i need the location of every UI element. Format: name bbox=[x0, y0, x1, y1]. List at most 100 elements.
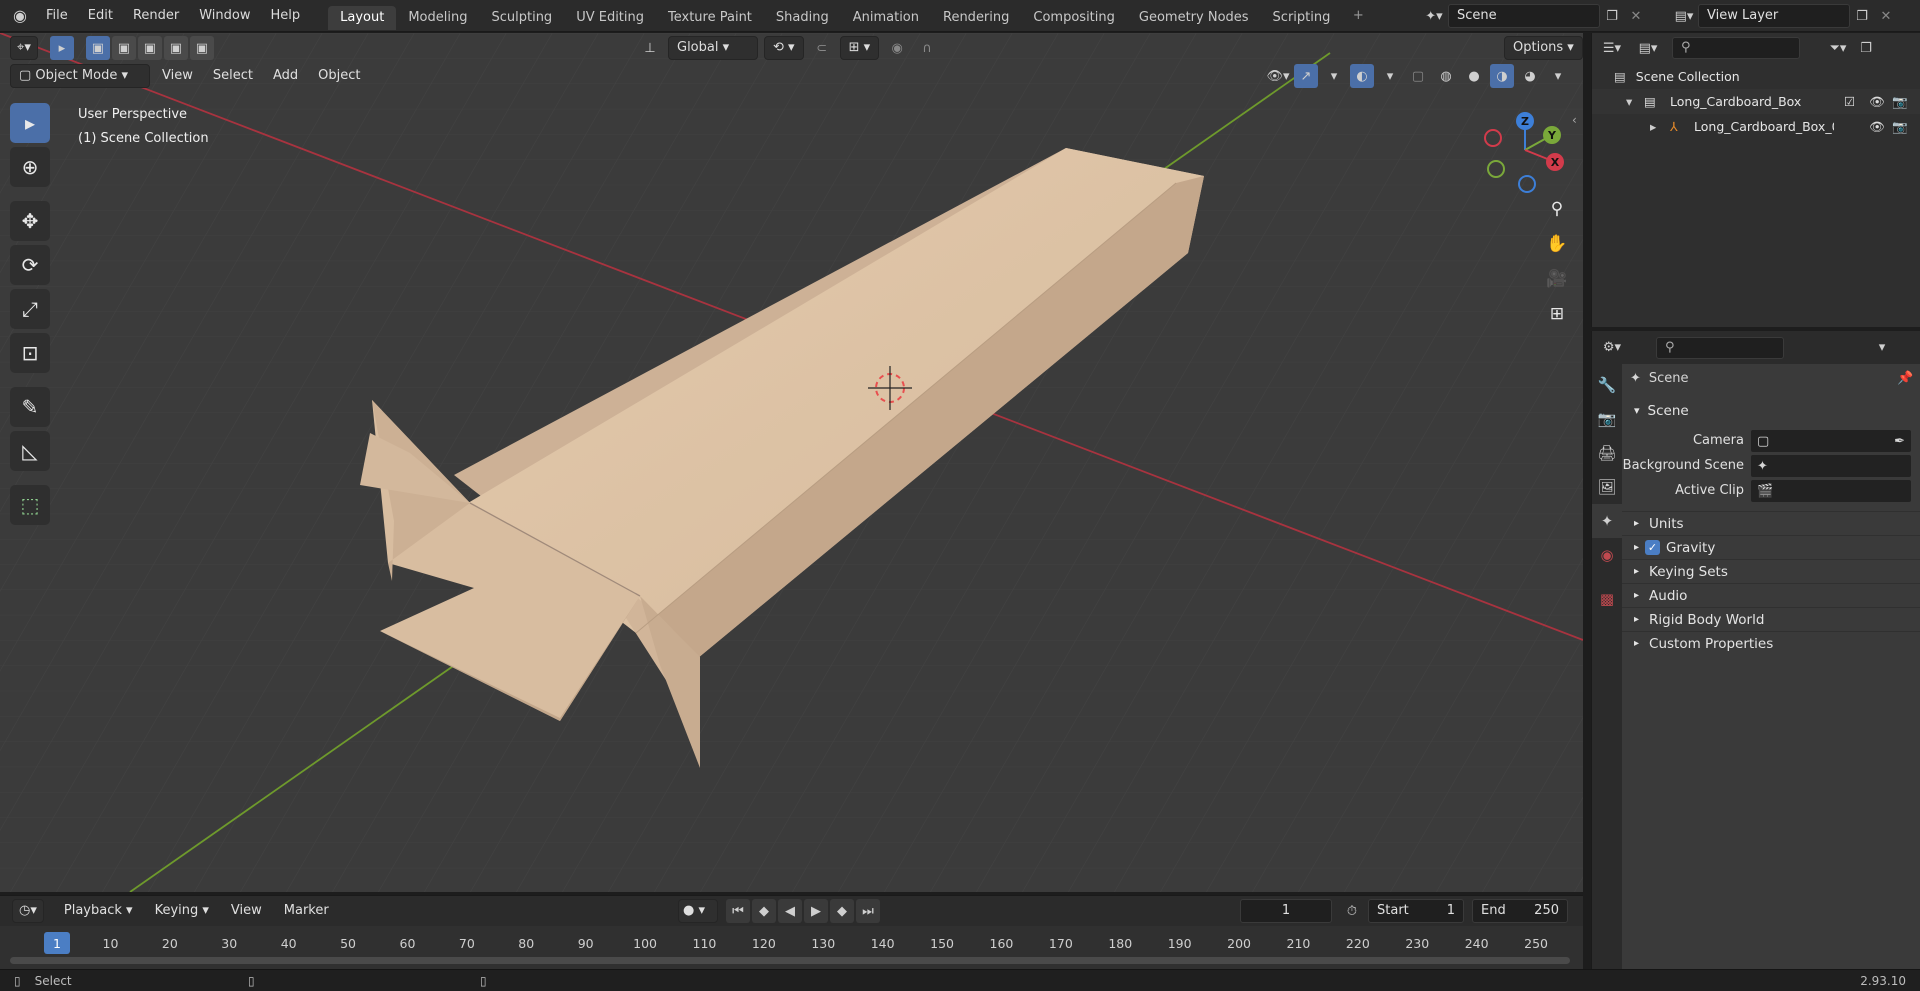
panel-audio[interactable]: ▸ Audio bbox=[1622, 583, 1920, 607]
tab-compositing[interactable]: Compositing bbox=[1021, 6, 1127, 30]
menu-timeline-view[interactable]: View bbox=[223, 899, 270, 923]
include-checkbox-icon[interactable]: ☑ bbox=[1844, 89, 1855, 114]
overlays-dropdown-icon[interactable]: ▾ bbox=[1378, 64, 1402, 88]
record-button[interactable]: ● ▾ bbox=[678, 899, 718, 923]
gizmo-neg-z[interactable] bbox=[1518, 175, 1536, 193]
tab-scripting[interactable]: Scripting bbox=[1261, 6, 1343, 30]
eyedropper-icon[interactable]: ✒ bbox=[1894, 434, 1905, 449]
panel-gravity[interactable]: ▸ ✓ Gravity bbox=[1622, 535, 1920, 559]
tab-layout[interactable]: Layout bbox=[328, 5, 397, 30]
tab-geometry-nodes[interactable]: Geometry Nodes bbox=[1127, 6, 1261, 30]
editor-type-icon[interactable]: ⌖▾ bbox=[10, 36, 38, 60]
jump-end-icon[interactable]: ⏭ bbox=[856, 899, 880, 923]
select-tool-icon[interactable]: ▸ bbox=[10, 103, 50, 143]
mode-subtract-icon[interactable]: ▣ bbox=[137, 36, 162, 60]
filter-icon[interactable]: ⏷▾ bbox=[1826, 36, 1850, 60]
properties-editor-type-icon[interactable]: ⚙▾ bbox=[1600, 336, 1624, 360]
tab-texture-paint[interactable]: Texture Paint bbox=[656, 6, 764, 30]
timeline-editor-type-icon[interactable]: ◷▾ bbox=[12, 899, 44, 923]
scene-name-field[interactable]: Scene bbox=[1448, 4, 1600, 28]
visibility-eye-icon[interactable]: 👁 bbox=[1869, 89, 1885, 114]
menu-edit[interactable]: Edit bbox=[78, 0, 123, 32]
active-clip-field[interactable]: 🎬 bbox=[1750, 479, 1912, 503]
mode-new-icon[interactable]: ▣ bbox=[85, 36, 110, 60]
pan-hand-icon[interactable]: ✋ bbox=[1541, 228, 1573, 260]
new-view-layer-icon[interactable]: ❐ bbox=[1850, 4, 1874, 28]
tab-uv-editing[interactable]: UV Editing bbox=[564, 6, 656, 30]
outliner-item-box-collection[interactable]: ▾ ▤ Long_Cardboard_Box ☑ 👁 📷 bbox=[1592, 89, 1920, 114]
preview-range-icon[interactable]: ⏱ bbox=[1340, 899, 1364, 923]
output-tab-icon[interactable]: 🖨 bbox=[1592, 436, 1622, 470]
pin-icon[interactable]: 📌 bbox=[1897, 371, 1913, 386]
next-keyframe-icon[interactable]: ◆ bbox=[830, 899, 854, 923]
proportional-edit-icon[interactable]: ◉ bbox=[885, 36, 909, 60]
expand-chevron-icon[interactable]: ▸ bbox=[1650, 114, 1656, 139]
falloff-icon[interactable]: ∩ bbox=[915, 36, 939, 60]
panel-rigid-body-world[interactable]: ▸ Rigid Body World bbox=[1622, 607, 1920, 631]
tab-modeling[interactable]: Modeling bbox=[396, 6, 479, 30]
end-frame-field[interactable]: End 250 bbox=[1472, 899, 1568, 923]
camera-view-icon[interactable]: 🎥 bbox=[1541, 263, 1573, 295]
rotate-tool-icon[interactable]: ⟳ bbox=[10, 245, 50, 285]
transform-tool-icon[interactable]: ⊡ bbox=[10, 333, 50, 373]
add-workspace-icon[interactable]: + bbox=[1346, 4, 1370, 28]
measure-tool-icon[interactable]: ◺ bbox=[10, 431, 50, 471]
frame-ruler[interactable]: 1 10 20 30 40 50 60 70 80 90 100 110 120 130 140 150 160… bbox=[0, 926, 1583, 969]
panel-keying-sets[interactable]: ▸ Keying Sets bbox=[1622, 559, 1920, 583]
gizmo-neg-y[interactable] bbox=[1487, 160, 1505, 178]
jump-start-icon[interactable]: ⏮ bbox=[726, 899, 750, 923]
start-frame-field[interactable]: Start 1 bbox=[1368, 899, 1464, 923]
wireframe-shading-icon[interactable]: ◍ bbox=[1434, 64, 1458, 88]
pivot-dropdown[interactable]: ⟲ ▾ bbox=[764, 36, 804, 60]
panel-units[interactable]: ▸ Units bbox=[1622, 511, 1920, 535]
mode-extend-icon[interactable]: ▣ bbox=[111, 36, 136, 60]
world-tab-icon[interactable]: ◉ bbox=[1592, 538, 1622, 572]
tab-sculpting[interactable]: Sculpting bbox=[479, 6, 564, 30]
menu-add[interactable]: Add bbox=[265, 64, 306, 88]
sidebar-toggle-icon[interactable]: ‹ bbox=[1572, 113, 1577, 127]
delete-view-layer-icon[interactable]: ✕ bbox=[1874, 4, 1898, 28]
mode-intersect-icon[interactable]: ▣ bbox=[189, 36, 214, 60]
move-tool-icon[interactable]: ✥ bbox=[10, 201, 50, 241]
menu-file[interactable]: File bbox=[36, 0, 78, 32]
gizmo-dropdown-icon[interactable]: ▾ bbox=[1322, 64, 1346, 88]
cursor-tool-icon[interactable]: ⊕ bbox=[10, 147, 50, 187]
object-mode-dropdown[interactable]: ▢ Object Mode ▾ bbox=[10, 64, 150, 88]
delete-scene-icon[interactable]: ✕ bbox=[1624, 4, 1648, 28]
solid-shading-icon[interactable]: ● bbox=[1462, 64, 1486, 88]
xray-icon[interactable]: ▢ bbox=[1406, 64, 1430, 88]
options-dropdown[interactable]: Options ▾ bbox=[1504, 36, 1583, 60]
shading-dropdown-icon[interactable]: ▾ bbox=[1546, 64, 1570, 88]
menu-help[interactable]: Help bbox=[261, 0, 311, 32]
view-layer-icon[interactable]: ▤▾ bbox=[1672, 4, 1696, 28]
scene-panel-header[interactable]: ▾ Scene bbox=[1634, 399, 1689, 423]
menu-playback[interactable]: Playback ▾ bbox=[56, 899, 141, 923]
orientation-dropdown[interactable]: Global ▾ bbox=[668, 36, 758, 60]
menu-render[interactable]: Render bbox=[123, 0, 189, 32]
gizmo-toggle-icon[interactable]: ↗ bbox=[1294, 64, 1318, 88]
display-mode-icon[interactable]: ▤▾ bbox=[1636, 36, 1660, 60]
menu-select[interactable]: Select bbox=[205, 64, 261, 88]
current-frame-field[interactable]: 1 bbox=[1240, 899, 1332, 923]
background-scene-field[interactable]: ✦ bbox=[1750, 454, 1912, 478]
tool-tab-icon[interactable]: 🔧 bbox=[1592, 368, 1622, 402]
navigation-gizmo[interactable]: Z Y X bbox=[1480, 105, 1570, 195]
tab-shading[interactable]: Shading bbox=[764, 6, 841, 30]
snap-icon[interactable]: ⊂ bbox=[810, 36, 834, 60]
visibility-eye-icon[interactable]: 👁 bbox=[1869, 114, 1885, 139]
properties-options-icon[interactable]: ▾ bbox=[1870, 336, 1894, 360]
scene-type-icon[interactable]: ✦▾ bbox=[1422, 4, 1446, 28]
select-box-tool-icon[interactable]: ▸ bbox=[49, 36, 74, 60]
camera-field[interactable]: ▢ ✒ bbox=[1750, 429, 1912, 453]
outliner-editor-type-icon[interactable]: ☰▾ bbox=[1600, 36, 1624, 60]
new-scene-icon[interactable]: ❐ bbox=[1600, 4, 1624, 28]
orientation-icon[interactable]: ⊥ bbox=[638, 36, 662, 60]
render-camera-icon[interactable]: 📷 bbox=[1892, 89, 1908, 114]
properties-search-input[interactable]: ⚲ bbox=[1656, 336, 1784, 359]
overlays-toggle-icon[interactable]: ◐ bbox=[1350, 64, 1374, 88]
render-camera-icon[interactable]: 📷 bbox=[1892, 114, 1908, 139]
tab-animation[interactable]: Animation bbox=[841, 6, 931, 30]
mode-invert-icon[interactable]: ▣ bbox=[163, 36, 188, 60]
zoom-icon[interactable]: ⚲ bbox=[1541, 193, 1573, 225]
annotate-tool-icon[interactable]: ✎ bbox=[10, 387, 50, 427]
